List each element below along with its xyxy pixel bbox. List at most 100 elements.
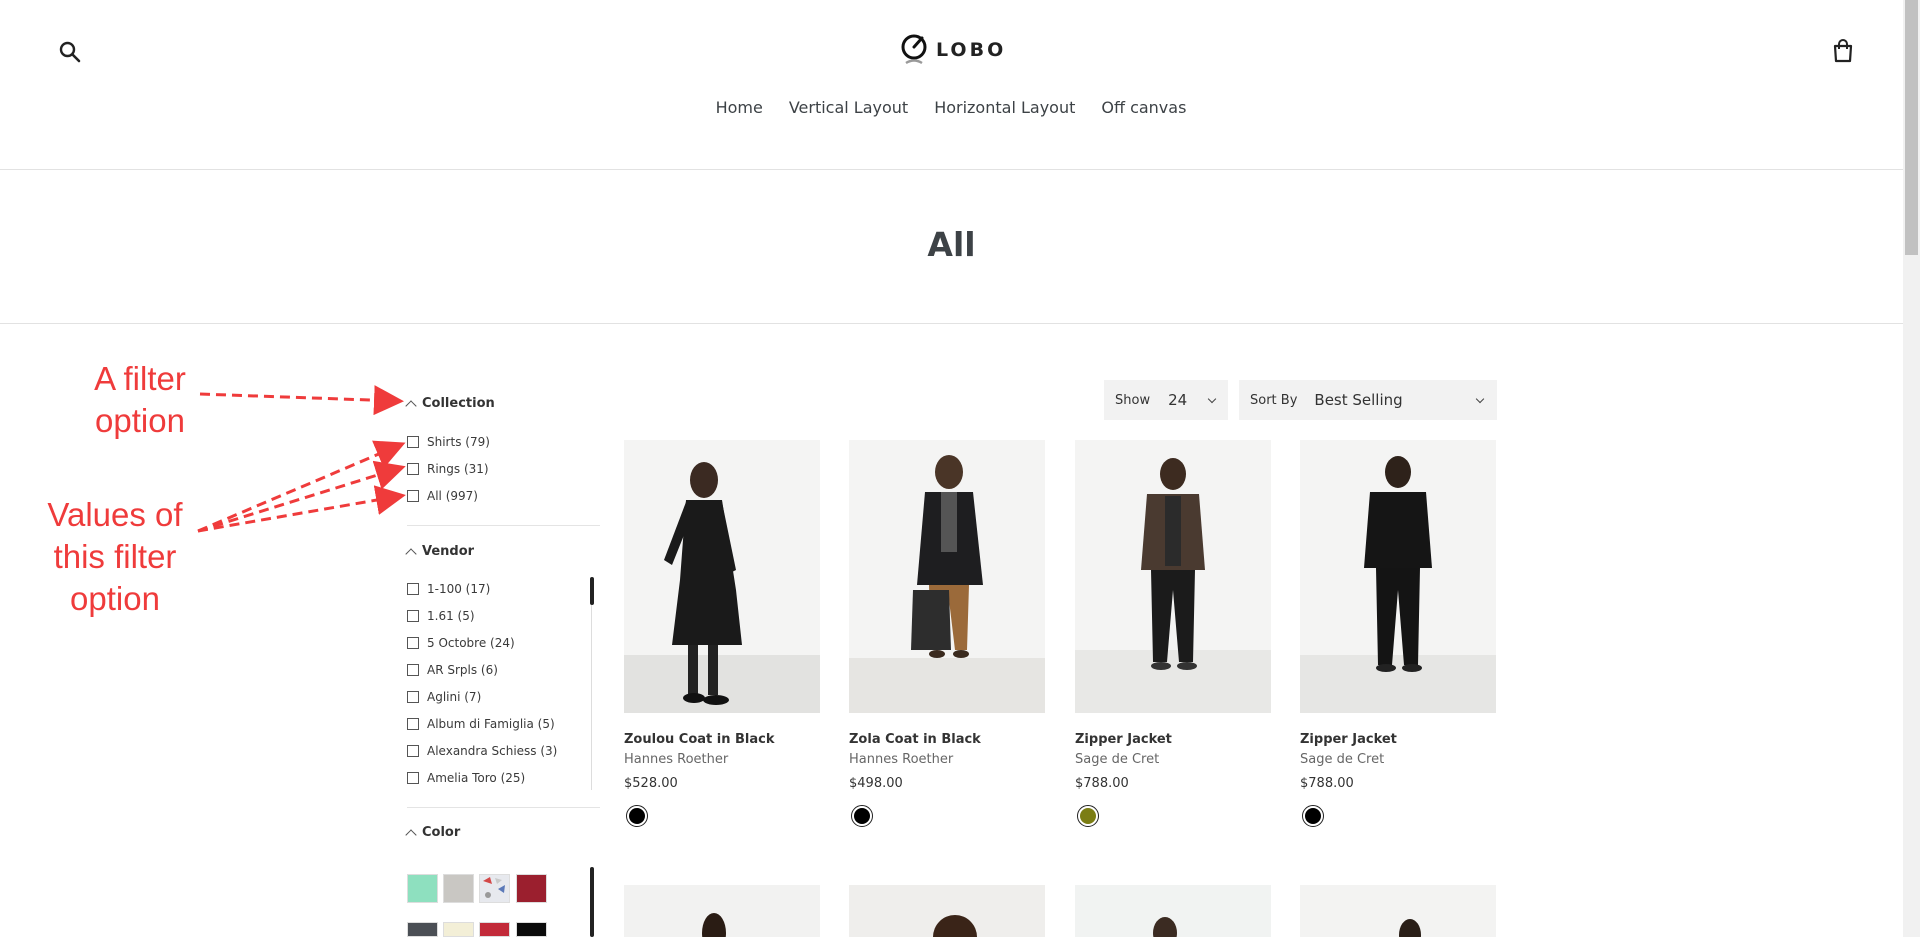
checkbox[interactable] — [407, 691, 419, 703]
checkbox[interactable] — [407, 490, 419, 502]
vendor-option[interactable]: 5 Octobre (24) — [407, 636, 515, 650]
main-nav: Home Vertical Layout Horizontal Layout O… — [0, 98, 1902, 117]
product-price: $498.00 — [849, 776, 903, 791]
checkbox[interactable] — [407, 772, 419, 784]
color-swatch-pattern[interactable] — [479, 874, 510, 903]
annotation-filter-values: Values of this filter option — [47, 496, 183, 617]
product-image[interactable] — [1300, 885, 1496, 937]
color-swatch-red[interactable] — [479, 922, 510, 937]
product-photo-icon — [1075, 458, 1271, 713]
product-price: $788.00 — [1300, 776, 1354, 791]
product-price: $788.00 — [1075, 776, 1129, 791]
product-image[interactable] — [1075, 885, 1271, 937]
color-swatch-cream[interactable] — [443, 922, 474, 937]
color-swatch-burgundy[interactable] — [516, 874, 547, 903]
product-title[interactable]: Zola Coat in Black — [849, 732, 1045, 747]
filter-divider — [407, 807, 600, 808]
store-logo[interactable]: LOBO — [900, 30, 1006, 70]
checkbox[interactable] — [407, 718, 419, 730]
color-list-scrollbar[interactable] — [590, 867, 594, 937]
product-photo-icon — [849, 455, 1045, 713]
vendor-list-scrollbar[interactable] — [590, 577, 594, 605]
product-title[interactable]: Zipper Jacket — [1075, 732, 1271, 747]
show-value: 24 — [1168, 391, 1188, 409]
collection-option[interactable]: Shirts (79) — [407, 435, 490, 449]
vendor-option-label: Album di Famiglia (5) — [427, 717, 555, 731]
color-swatch-black[interactable] — [516, 922, 547, 937]
product-photo-icon — [933, 915, 977, 937]
checkbox[interactable] — [407, 436, 419, 448]
product-color-swatch[interactable] — [626, 805, 648, 827]
product-title[interactable]: Zipper Jacket — [1300, 732, 1496, 747]
product-vendor: Hannes Roether — [624, 752, 729, 767]
product-vendor: Hannes Roether — [849, 752, 954, 767]
product-photo-icon — [1399, 919, 1421, 937]
chevron-down-icon — [1207, 394, 1217, 403]
annotation-filter-option: A filter option — [94, 360, 186, 439]
product-image[interactable] — [624, 885, 820, 937]
checkbox[interactable] — [407, 610, 419, 622]
filter-color-title: Color — [422, 825, 461, 840]
vendor-option[interactable]: Alexandra Schiess (3) — [407, 744, 557, 758]
vendor-option[interactable]: 1-100 (17) — [407, 582, 490, 596]
search-button[interactable] — [58, 40, 82, 64]
product-card[interactable]: Zola Coat in Black Hannes Roether $498.0… — [849, 440, 1045, 827]
product-image[interactable] — [1300, 440, 1496, 713]
vendor-option-label: Aglini (7) — [427, 690, 482, 704]
color-swatch-mint[interactable] — [407, 874, 438, 903]
filter-vendor-title: Vendor — [422, 544, 475, 559]
vendor-option-label: 1.61 (5) — [427, 609, 475, 623]
product-card[interactable]: Zoulou Coat in Black Hannes Roether $528… — [624, 440, 820, 827]
product-image[interactable] — [849, 440, 1045, 713]
collection-option-label: All (997) — [427, 489, 478, 503]
product-image[interactable] — [1075, 440, 1271, 713]
vendor-option[interactable]: Album di Famiglia (5) — [407, 717, 555, 731]
product-color-swatch[interactable] — [1077, 805, 1099, 827]
product-image[interactable] — [849, 885, 1045, 937]
product-card[interactable]: Zipper Jacket Sage de Cret $788.00 — [1300, 440, 1496, 827]
checkbox[interactable] — [407, 463, 419, 475]
product-image[interactable] — [624, 440, 820, 713]
cart-button[interactable] — [1830, 38, 1856, 64]
header-divider — [0, 169, 1903, 170]
checkbox[interactable] — [407, 637, 419, 649]
product-title[interactable]: Zoulou Coat in Black — [624, 732, 820, 747]
nav-off-canvas[interactable]: Off canvas — [1101, 98, 1186, 117]
filter-color-header[interactable]: Color — [405, 825, 461, 841]
vendor-option-label: AR Srpls (6) — [427, 663, 498, 677]
vendor-option[interactable]: AR Srpls (6) — [407, 663, 498, 677]
page-scrollbar-thumb[interactable] — [1905, 0, 1918, 255]
product-color-swatch[interactable] — [851, 805, 873, 827]
sort-by-select[interactable]: Sort By Best Selling — [1239, 380, 1497, 420]
vendor-option-label: 5 Octobre (24) — [427, 636, 515, 650]
filter-collection-title: Collection — [422, 396, 495, 411]
nav-horizontal-layout[interactable]: Horizontal Layout — [934, 98, 1075, 117]
chevron-down-icon — [1475, 394, 1485, 403]
vendor-list-scroll-track — [591, 605, 592, 790]
product-card[interactable]: Zipper Jacket Sage de Cret $788.00 — [1075, 440, 1271, 827]
collection-option-label: Rings (31) — [427, 462, 489, 476]
checkbox[interactable] — [407, 745, 419, 757]
filter-collection-header[interactable]: Collection — [405, 396, 495, 412]
color-swatch-grey[interactable] — [443, 874, 474, 903]
product-photo-icon — [702, 913, 726, 937]
checkbox[interactable] — [407, 583, 419, 595]
nav-vertical-layout[interactable]: Vertical Layout — [789, 98, 908, 117]
swatch-pattern-icon — [483, 877, 505, 898]
logo-icon — [901, 34, 927, 65]
chevron-up-icon — [405, 399, 417, 412]
vendor-option-label: Alexandra Schiess (3) — [427, 744, 558, 758]
vendor-option[interactable]: Amelia Toro (25) — [407, 771, 525, 785]
collection-option[interactable]: All (997) — [407, 489, 478, 503]
checkbox[interactable] — [407, 664, 419, 676]
show-count-select[interactable]: Show 24 — [1104, 380, 1228, 420]
product-vendor: Sage de Cret — [1300, 752, 1385, 767]
product-color-swatch[interactable] — [1302, 805, 1324, 827]
color-swatch-charcoal[interactable] — [407, 922, 438, 937]
vendor-option[interactable]: Aglini (7) — [407, 690, 481, 704]
filter-vendor-header[interactable]: Vendor — [405, 544, 475, 560]
chevron-up-icon — [405, 828, 417, 841]
nav-home[interactable]: Home — [716, 98, 763, 117]
collection-option[interactable]: Rings (31) — [407, 462, 489, 476]
vendor-option[interactable]: 1.61 (5) — [407, 609, 475, 623]
